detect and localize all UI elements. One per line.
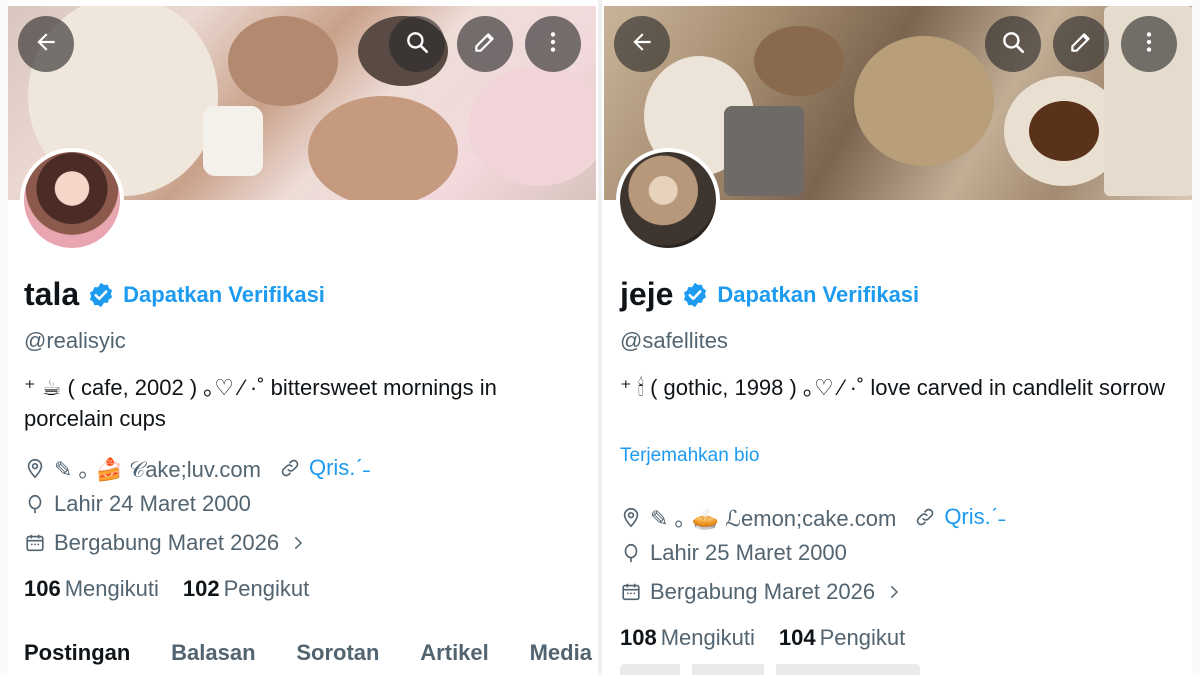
- tab-sorotan[interactable]: Sorotan: [296, 640, 379, 666]
- more-button[interactable]: [1121, 16, 1177, 72]
- link-icon: [914, 506, 936, 528]
- chevron-right-icon: [279, 534, 307, 552]
- followers-count: 102: [182, 576, 220, 601]
- avatar[interactable]: [616, 148, 720, 252]
- tab-postingan[interactable]: Postingan: [24, 640, 130, 666]
- profile-handle: @safellites: [620, 328, 728, 353]
- followers-label: Pengikut: [819, 625, 906, 650]
- tab-artikel[interactable]: Artikel: [420, 640, 488, 666]
- following-stat[interactable]: 106 Mengikuti: [24, 576, 159, 602]
- profile-location: ✎ ｡ 🍰 𝒞ake;luv.com: [54, 457, 261, 482]
- search-icon: [1000, 29, 1026, 60]
- chevron-right-icon: [875, 583, 903, 601]
- verified-badge-icon: [87, 281, 115, 309]
- following-stat[interactable]: 108 Mengikuti: [620, 625, 755, 651]
- profile-bio: ⁺ 🕯 ( gothic, 1998 ) ｡♡ ⁄ ·˚ love carved…: [620, 375, 1166, 400]
- search-button[interactable]: [985, 16, 1041, 72]
- more-button[interactable]: [525, 16, 581, 72]
- profile-website-link[interactable]: Qris.ˊ˗: [944, 504, 1005, 530]
- profile-joined-row[interactable]: Bergabung Maret 2026: [24, 530, 307, 556]
- profile-bio: ⁺ ☕ ( cafe, 2002 ) ｡♡ ⁄ ·˚ bittersweet m…: [24, 375, 497, 431]
- profile-birthday: Lahir 25 Maret 2000: [650, 540, 847, 565]
- edit-icon: [472, 29, 498, 60]
- profile-stats: 108 Mengikuti 104 Pengikut: [620, 625, 905, 651]
- banner-ribbon-shape: [468, 66, 596, 186]
- profile-website-link[interactable]: Qris.ˊ˗: [309, 455, 370, 481]
- following-label: Mengikuti: [64, 576, 159, 601]
- profile-location: ✎ ｡ 🥧 ℒemon;cake.com: [650, 506, 897, 531]
- birthday-icon: [620, 542, 642, 564]
- banner-basket-shape: [754, 26, 844, 96]
- banner-pastry-shape: [228, 16, 338, 106]
- following-count: 106: [24, 576, 61, 601]
- banner-candle-shape: [203, 106, 263, 176]
- back-button[interactable]: [18, 16, 74, 72]
- link-icon: [279, 457, 301, 479]
- followers-label: Pengikut: [223, 576, 310, 601]
- profile-birthday: Lahir 24 Maret 2000: [54, 491, 251, 516]
- more-icon: [1136, 29, 1162, 60]
- profile-tabs-cutoff: [620, 664, 920, 675]
- get-verified-link[interactable]: Dapatkan Verifikasi: [123, 282, 325, 308]
- profile-tabs: Postingan Balasan Sorotan Artikel Media: [24, 640, 592, 666]
- profile-birthday-row: Lahir 24 Maret 2000: [24, 491, 251, 517]
- translate-bio-link[interactable]: Terjemahkan bio: [620, 445, 759, 467]
- banner-tray-shape: [854, 36, 994, 166]
- profile-joined-row[interactable]: Bergabung Maret 2026: [620, 579, 903, 605]
- calendar-icon: [24, 532, 46, 554]
- profile-name: jeje: [620, 276, 674, 312]
- verified-badge-icon: [681, 281, 709, 309]
- more-icon: [540, 29, 566, 60]
- edit-button[interactable]: [457, 16, 513, 72]
- search-button[interactable]: [389, 16, 445, 72]
- back-arrow-icon: [33, 29, 59, 60]
- search-icon: [404, 29, 430, 60]
- profile-joined: Bergabung Maret 2026: [54, 530, 280, 555]
- profile-location-row: ✎ ｡ 🥧 ℒemon;cake.com Qris.ˊ˗: [620, 501, 1005, 533]
- profile-panel-left: tala Dapatkan Verifikasi @realisyic ⁺ ☕ …: [8, 0, 596, 675]
- profile-stats: 106 Mengikuti 102 Pengikut: [24, 576, 309, 602]
- location-icon: [24, 457, 46, 479]
- edit-icon: [1068, 29, 1094, 60]
- profile-handle: @realisyic: [24, 328, 126, 353]
- avatar[interactable]: [20, 148, 124, 252]
- profile-name-row: jeje Dapatkan Verifikasi: [620, 276, 919, 313]
- frame-edge-right: [1192, 0, 1200, 675]
- location-icon: [620, 506, 642, 528]
- followers-count: 104: [778, 625, 816, 650]
- profile-panel-right: jeje Dapatkan Verifikasi @safellites ⁺ 🕯…: [604, 0, 1192, 675]
- banner-roll-shape: [308, 96, 458, 200]
- profile-location-row: ✎ ｡ 🍰 𝒞ake;luv.com Qris.ˊ˗: [24, 452, 370, 484]
- birthday-icon: [24, 493, 46, 515]
- followers-stat[interactable]: 102 Pengikut: [183, 576, 309, 602]
- get-verified-link[interactable]: Dapatkan Verifikasi: [717, 282, 919, 308]
- frame-edge-left: [0, 0, 8, 675]
- profile-name-row: tala Dapatkan Verifikasi: [24, 276, 325, 313]
- following-count: 108: [620, 625, 657, 650]
- tab-media[interactable]: Media: [530, 640, 592, 666]
- following-label: Mengikuti: [660, 625, 755, 650]
- profile-birthday-row: Lahir 25 Maret 2000: [620, 540, 847, 566]
- edit-button[interactable]: [1053, 16, 1109, 72]
- followers-stat[interactable]: 104 Pengikut: [779, 625, 905, 651]
- banner-tea-shape: [1029, 101, 1099, 161]
- profile-name: tala: [24, 276, 80, 312]
- calendar-icon: [620, 581, 642, 603]
- tab-balasan[interactable]: Balasan: [171, 640, 255, 666]
- banner-sketchbook-shape: [724, 106, 804, 196]
- back-button[interactable]: [614, 16, 670, 72]
- panel-divider: [598, 0, 602, 675]
- back-arrow-icon: [629, 29, 655, 60]
- profile-joined: Bergabung Maret 2026: [650, 579, 876, 604]
